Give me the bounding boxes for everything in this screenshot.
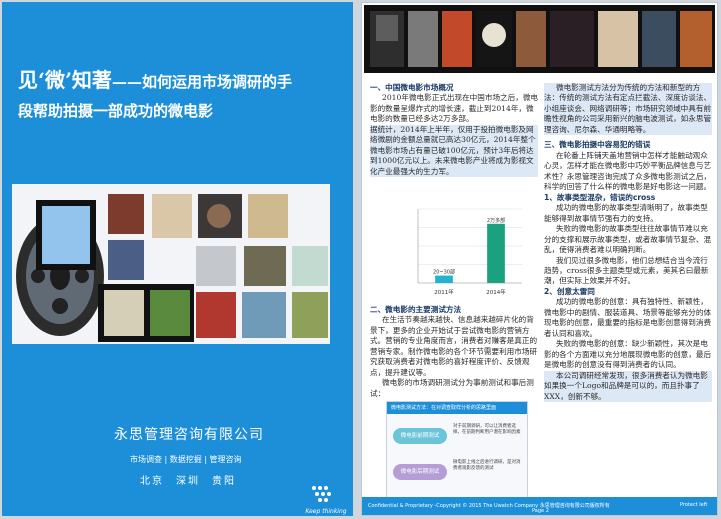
- logo-mark-icon: [312, 486, 331, 502]
- section3-point2-a: 成功的微电影的创意：具有独特性、新颖性，微电影中的剧情、服装道具、场景等能够充分…: [544, 297, 712, 338]
- diagram-note-post: 微电影上线之后进行调研，是对消费者观影反馈的测试: [453, 460, 521, 471]
- title-highlight: 见‘微’知著: [18, 68, 112, 92]
- section3-point1-b: 失败的微电影的故事类型往往故事情节难以充分的支撑和展示故事类型，或者故事情节复杂…: [544, 224, 712, 255]
- header-photo-strip: [364, 5, 715, 73]
- cover-title-line2: 段帮助拍摄一部成功的微电影: [18, 102, 214, 120]
- section3-point1-a: 成功的微电影的故事类型清晰明了，故事类型能够得到故事情节强有力的支持。: [544, 203, 708, 223]
- section3-point1-c: 我们见过很多微电影，他们总想结合当今流行趋势，cross很多主题类型或元素，美其…: [544, 255, 709, 286]
- section3-text: 在轮番上阵铺天盖地营销中怎样才能触动观众心灵，怎样才能在微电影中巧妙平衡品牌信息…: [544, 150, 712, 192]
- left-column-lower: 二、微电影的主要测试方法 在生活节奏越来越快、信息越来越碎片化的背景下，更多的企…: [370, 305, 538, 399]
- footer-page-number: Page 2: [532, 508, 549, 514]
- diagram-box-post: 微电影后期测试: [393, 464, 447, 480]
- section2-text-a: 在生活节奏越来越快、信息越来越碎片化的背景下，更多的企业开始试于尝试微电影的营销…: [370, 315, 538, 377]
- section3-heading: 三、微电影拍摄中容易犯的错误: [544, 140, 651, 150]
- diagram-note-pre: 对于前期调研，可以让消费者选择，在前期判断用户潜在影响因素: [453, 424, 521, 435]
- bar-chart-svg: 20~30部 2011年 2万多部 2014年: [417, 208, 522, 296]
- section2-heading: 二、微电影的主要测试方法: [370, 305, 462, 314]
- x-tick-label-0: 2011年: [434, 288, 454, 296]
- section3-close: 本公司调研经常发现，很多消费者认为微电影如果换一个Logo和品牌是可以的，而且扑…: [544, 370, 712, 403]
- logo-text: Keep thinking: [305, 508, 347, 515]
- left-column: 一、中国微电影市场概况 2010年微电影正式出现在中国市场之后，微电影的数量呈爆…: [370, 83, 539, 178]
- right-column: 微电影测试方法分为传统的方法和新型的方法：传统的测试方法有定点拦截法、深度访谈法…: [544, 83, 712, 403]
- film-collage-image: [12, 184, 330, 344]
- cover-title: 见‘微’知著——如何运用市场调研的手: [18, 64, 292, 93]
- page-footer: Confidential & Proprietary -Copyright © …: [362, 497, 717, 515]
- footer-brand: Protect left: [680, 502, 708, 508]
- cover-page: 见‘微’知著——如何运用市场调研的手 段帮助拍摄一部成功的微电影 永思管理咨询有…: [2, 2, 353, 516]
- services-line: 市场调查 | 数据挖掘 | 管理咨询: [130, 455, 242, 464]
- diagram-box-pre: 微电影前期测试: [393, 428, 447, 444]
- test-method-diagram: 微电影测试方法：在对调查取样分析的思路里面 微电影前期测试 微电影后期测试 对于…: [386, 401, 528, 499]
- data-label-0: 20~30部: [433, 269, 455, 276]
- footer-copyright: Confidential & Proprietary -Copyright © …: [368, 503, 610, 509]
- company-logo: Keep thinking: [304, 480, 347, 515]
- cities-line: 北京 深圳 贵阳: [140, 476, 236, 487]
- data-label-1: 2万多部: [487, 217, 505, 224]
- content-page: 一、中国微电影市场概况 2010年微电影正式出现在中国市场之后，微电影的数量呈爆…: [361, 2, 718, 516]
- film-strip-bottom: [98, 284, 194, 342]
- bar-1: [487, 223, 505, 283]
- title-rest: ——如何运用市场调研的手: [111, 73, 292, 91]
- diagram-title: 微电影测试方法：在对调查取样分析的思路里面: [387, 402, 527, 414]
- section3-point2-b: 失败的微电影的创意：缺少新颖性，其次是电影的各个方面难以充分地展现微电影的创意，…: [544, 339, 712, 370]
- section1-text-a: 2010年微电影正式出现在中国市场之后，微电影的数量呈爆炸式的增长速，截止到20…: [370, 93, 539, 124]
- section3-point2: 2、创意太雷同: [544, 286, 595, 296]
- section3-point1: 1、故事类型混杂，错误的cross: [544, 192, 656, 202]
- film-strip-left: [36, 200, 96, 270]
- section1-heading: 一、中国微电影市场概况: [370, 83, 454, 92]
- x-tick-label-1: 2014年: [486, 288, 506, 296]
- section2-text-b: 微电影的市场调研测试分为事前测试和事后测试：: [370, 378, 534, 398]
- bar-0: [435, 275, 453, 283]
- company-name: 永思管理咨询有限公司: [114, 427, 264, 443]
- section1-text-b: 据统计，2014年上半年，仅用于投拍微电影及网络微剧的金额总量就已高达30亿元，…: [370, 124, 538, 178]
- bar-chart: 20~30部 2011年 2万多部 2014年: [410, 203, 528, 299]
- section2-col2-text: 微电影测试方法分为传统的方法和新型的方法：传统的测试方法有定点拦截法、深度访谈法…: [544, 83, 712, 136]
